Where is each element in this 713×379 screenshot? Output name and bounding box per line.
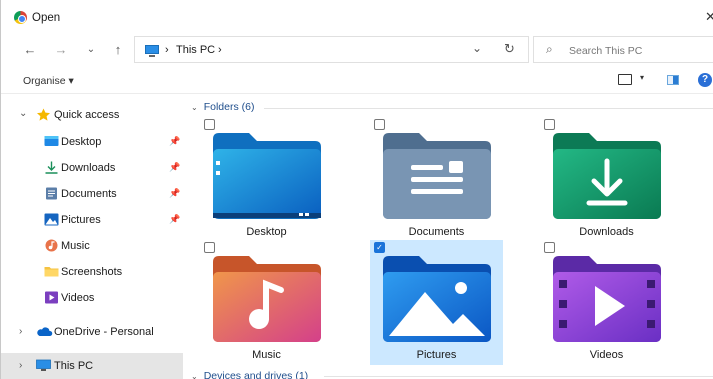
select-checkbox[interactable] xyxy=(204,119,215,130)
sidebar-item-onedrive[interactable]: › OneDrive - Personal xyxy=(1,319,183,345)
chevron-right-icon[interactable]: › xyxy=(19,326,22,337)
sidebar-item-label: Screenshots xyxy=(61,266,123,278)
sidebar-item-label: Desktop xyxy=(61,136,102,148)
chevron-right-icon[interactable]: › xyxy=(19,360,22,371)
pc-icon xyxy=(36,359,51,371)
star-icon xyxy=(37,108,50,121)
chevron-down-icon[interactable]: ⌄ xyxy=(191,372,198,379)
sidebar-item-label: Quick access xyxy=(54,109,120,121)
sidebar-item-label: This PC xyxy=(54,360,94,372)
folder-label: Pictures xyxy=(416,349,457,361)
select-checkbox[interactable] xyxy=(544,119,555,130)
group-divider xyxy=(324,376,713,377)
refresh-button[interactable]: ↻ xyxy=(504,41,515,57)
search-box[interactable]: ⌕ Search This PC xyxy=(533,36,713,63)
folders-group-header[interactable]: ⌄ Folders (6) xyxy=(191,101,254,113)
breadcrumb-separator-trailing[interactable]: › xyxy=(218,44,222,56)
folder-tile-music[interactable]: Music xyxy=(200,240,333,365)
folders-group-label: Folders (6) xyxy=(203,101,255,113)
search-input[interactable]: Search This PC xyxy=(569,45,642,57)
downloads-folder-icon xyxy=(553,133,661,219)
chevron-down-icon[interactable]: ⌄ xyxy=(191,103,198,112)
group-divider xyxy=(264,108,713,109)
close-button[interactable]: ✕ xyxy=(705,9,713,25)
sidebar-item-screenshots[interactable]: Screenshots xyxy=(1,259,183,285)
pictures-icon xyxy=(44,213,59,226)
folder-label: Downloads xyxy=(579,226,634,238)
sidebar-item-documents[interactable]: Documents 📌 xyxy=(1,181,183,207)
title-bar: Open ✕ xyxy=(1,0,713,34)
sidebar-item-this-pc[interactable]: › This PC xyxy=(1,353,183,379)
sidebar-item-label: Music xyxy=(61,240,90,252)
select-checkbox[interactable]: ✓ xyxy=(374,242,385,253)
select-checkbox[interactable] xyxy=(374,119,385,130)
pin-icon[interactable]: 📌 xyxy=(169,136,180,147)
sidebar-item-downloads[interactable]: Downloads 📌 xyxy=(1,155,183,181)
address-dropdown-button[interactable]: ⌄ xyxy=(472,41,482,55)
sidebar-item-music[interactable]: Music xyxy=(1,233,183,259)
sidebar-item-label: Downloads xyxy=(61,162,116,174)
pictures-folder-icon xyxy=(383,256,491,342)
folder-tile-downloads[interactable]: Downloads xyxy=(540,117,673,242)
folder-label: Music xyxy=(252,349,281,361)
preview-pane-icon[interactable] xyxy=(667,75,679,85)
sidebar-item-quick-access[interactable]: ⌄ Quick access xyxy=(1,102,183,128)
desktop-icon xyxy=(44,136,59,146)
pin-icon[interactable]: 📌 xyxy=(169,188,180,199)
organise-menu-button[interactable]: Organise ▾ xyxy=(23,75,74,87)
pin-icon[interactable]: 📌 xyxy=(169,162,180,173)
devices-group-header[interactable]: ⌄ Devices and drives (1) xyxy=(191,370,308,379)
cloud-icon xyxy=(37,327,53,336)
command-bar: Organise ▾ ▾ ? xyxy=(1,66,713,94)
documents-folder-icon xyxy=(383,133,491,219)
sidebar-item-label: Documents xyxy=(61,188,117,200)
this-pc-icon xyxy=(145,45,159,57)
chevron-down-icon[interactable]: ⌄ xyxy=(19,108,27,119)
videos-icon xyxy=(45,291,58,304)
desktop-folder-icon xyxy=(213,133,321,219)
recent-locations-button[interactable]: ⌄ xyxy=(82,40,100,58)
view-options-icon[interactable] xyxy=(618,74,632,85)
sidebar-item-label: Videos xyxy=(61,292,95,304)
folder-label: Desktop xyxy=(246,226,287,238)
breadcrumb-separator[interactable]: › xyxy=(165,44,169,56)
folder-tile-videos[interactable]: Videos xyxy=(540,240,673,365)
breadcrumb-this-pc[interactable]: This PC xyxy=(176,44,215,56)
pin-icon[interactable]: 📌 xyxy=(169,214,180,225)
select-checkbox[interactable] xyxy=(204,242,215,253)
address-row: ← → ⌄ ↑ › This PC › ⌄ ↻ ⌕ Search This PC xyxy=(1,34,713,66)
open-dialog: Open ✕ ← → ⌄ ↑ › This PC › ⌄ ↻ ⌕ Search … xyxy=(0,0,713,379)
download-icon xyxy=(45,161,58,174)
file-list: ⌄ Folders (6) Desktop Documents Download… xyxy=(184,95,713,379)
folder-tile-desktop[interactable]: Desktop xyxy=(200,117,333,242)
forward-button[interactable]: → xyxy=(52,40,70,58)
sidebar-item-label: OneDrive - Personal xyxy=(54,326,154,338)
view-options-caret[interactable]: ▾ xyxy=(640,73,644,82)
chrome-icon xyxy=(14,11,27,24)
videos-folder-icon xyxy=(553,256,661,342)
music-folder-icon xyxy=(213,256,321,342)
sidebar-item-desktop[interactable]: Desktop 📌 xyxy=(1,129,183,155)
documents-icon xyxy=(46,187,57,200)
folder-icon xyxy=(44,267,59,277)
search-icon: ⌕ xyxy=(546,42,553,56)
help-icon[interactable]: ? xyxy=(698,73,712,87)
sidebar-item-pictures[interactable]: Pictures 📌 xyxy=(1,207,183,233)
sidebar-item-label: Pictures xyxy=(61,214,101,226)
folder-label: Videos xyxy=(589,349,624,361)
devices-group-label: Devices and drives (1) xyxy=(203,370,309,379)
music-icon xyxy=(45,239,58,252)
back-button[interactable]: ← xyxy=(21,40,39,58)
folder-tile-pictures[interactable]: ✓ Pictures xyxy=(370,240,503,365)
folder-tile-documents[interactable]: Documents xyxy=(370,117,503,242)
folder-label: Documents xyxy=(408,226,465,238)
window-title: Open xyxy=(32,12,61,24)
sidebar-item-videos[interactable]: Videos xyxy=(1,285,183,311)
navigation-pane: ⌄ Quick access Desktop 📌 Downloads 📌 Doc… xyxy=(1,95,184,379)
select-checkbox[interactable] xyxy=(544,242,555,253)
address-bar[interactable]: › This PC › ⌄ ↻ xyxy=(134,36,529,63)
up-button[interactable]: ↑ xyxy=(109,40,127,58)
